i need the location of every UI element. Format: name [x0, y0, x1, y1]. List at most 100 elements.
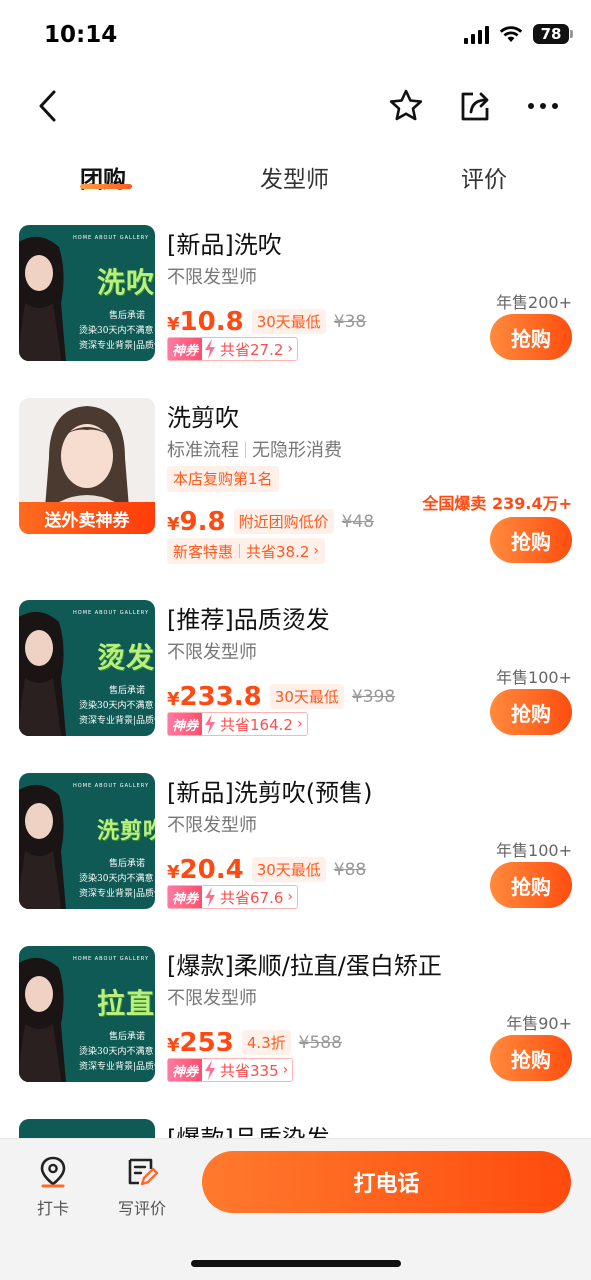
checkin-label: 打卡: [36, 1199, 69, 1218]
model-photo-icon: [19, 612, 66, 736]
newcomer-tag[interactable]: 新客特惠 共省38.2 ›: [167, 538, 326, 564]
status-bar: 10:14 78: [0, 0, 591, 72]
buy-button[interactable]: 抢购: [490, 517, 572, 563]
sales-count: 全国爆卖 239.4万+: [422, 494, 572, 513]
price-label: 30天最低: [251, 857, 326, 882]
price-row: ¥ 253 4.3折 ¥588: [167, 1028, 342, 1058]
coupon-tag[interactable]: 神券 共省27.2 ›: [167, 337, 299, 361]
thumb-copy: 售后承诺 烫染30天内不满意 资深专业背景|品质保: [79, 1032, 155, 1072]
status-time: 10:14: [44, 22, 118, 48]
write-review-label: 写评价: [117, 1199, 166, 1218]
deal-thumbnail: HOME ABOUT GALLERY 拉直 售后承诺 烫染30天内不满意 资深专…: [19, 946, 155, 1082]
chevron-right-icon: ›: [287, 341, 294, 357]
coupon-savings: 共省27.2: [220, 340, 284, 359]
bolt-icon: [205, 714, 216, 734]
coupon-tag[interactable]: 神券 共省335 ›: [167, 1058, 294, 1082]
model-photo-icon: [19, 237, 66, 361]
thumb-nav-text: HOME ABOUT GALLERY: [73, 235, 149, 241]
coupon-savings: 共省164.2: [220, 715, 293, 734]
more-icon[interactable]: [523, 86, 563, 126]
price-row: ¥ 20.4 30天最低 ¥88: [167, 855, 366, 885]
write-review-button[interactable]: 写评价: [107, 1155, 177, 1219]
call-button[interactable]: 打电话: [202, 1151, 571, 1213]
deal-title: [新品]洗吹: [167, 231, 282, 259]
thumb-copy: 售后承诺 烫染30天内不满意 资深专业背景|品质保: [79, 686, 155, 726]
share-icon[interactable]: [455, 86, 495, 126]
sales-count: 年售100+: [496, 841, 572, 860]
price-row: ¥ 233.8 30天最低 ¥398: [167, 682, 395, 712]
sales-count: 年售90+: [506, 1014, 572, 1033]
deal-item[interactable]: HOME ABOUT GALLERY 烫发 售后承诺 烫染30天内不满意 资深专…: [0, 600, 591, 760]
chevron-right-icon: ›: [313, 543, 320, 559]
coupon-badge: 神券: [168, 886, 203, 908]
deal-price: 253: [179, 1028, 234, 1058]
back-icon[interactable]: [30, 86, 70, 126]
bolt-icon: [205, 887, 216, 907]
newcomer-savings: 共省38.2: [246, 542, 310, 561]
tab-bar: 团购 发型师 评价: [0, 150, 591, 200]
tab-reviews[interactable]: 评价: [461, 160, 507, 194]
price-row: ¥ 10.8 30天最低 ¥38: [167, 307, 366, 337]
thumb-nav-text: HOME ABOUT GALLERY: [73, 610, 149, 616]
thumb-nav-text: HOME ABOUT GALLERY: [73, 783, 149, 789]
thumb-headline: 洗剪吹: [97, 818, 155, 844]
original-price: ¥588: [298, 1033, 342, 1053]
buy-button[interactable]: 抢购: [490, 689, 572, 735]
battery-indicator: 78: [533, 24, 573, 44]
buy-button[interactable]: 抢购: [490, 862, 572, 908]
coupon-tag[interactable]: 神券 共省67.6 ›: [167, 885, 299, 909]
currency-symbol: ¥: [167, 689, 180, 710]
cellular-signal-icon: [464, 24, 489, 44]
price-label: 附近团购低价: [233, 509, 334, 534]
deal-item[interactable]: 送外卖神券 洗剪吹 标准流程 无隐形消费 本店复购第1名 ¥ 9.8 附近团购低价…: [0, 398, 591, 564]
thumb-nav-text: HOME ABOUT GALLERY: [73, 956, 149, 962]
bottom-action-bar: 打卡 写评价 打电话: [0, 1138, 591, 1280]
currency-symbol: ¥: [167, 862, 180, 883]
coupon-badge: 神券: [168, 338, 203, 360]
active-tab-indicator: [80, 184, 132, 189]
price-label: 30天最低: [251, 309, 326, 334]
deal-title: 洗剪吹: [167, 404, 239, 432]
deal-subtitle: 不限发型师: [167, 815, 257, 836]
star-icon[interactable]: [386, 86, 426, 126]
deal-item[interactable]: HOME ABOUT GALLERY 洗吹 售后承诺 烫染30天内不满意 资深专…: [0, 225, 591, 385]
deal-thumbnail: HOME ABOUT GALLERY 洗剪吹 售后承诺 烫染30天内不满意 资深…: [19, 773, 155, 909]
deal-price: 10.8: [179, 307, 244, 337]
original-price: ¥38: [333, 312, 367, 332]
thumb-copy: 售后承诺 烫染30天内不满意 资深专业背景|品质保: [79, 859, 155, 899]
deal-item[interactable]: [爆款]品质染发: [0, 1119, 591, 1138]
deal-subtitle: 不限发型师: [167, 988, 257, 1009]
deal-title: [爆款]品质染发: [167, 1119, 330, 1138]
deal-price: 9.8: [179, 507, 226, 537]
wifi-icon: [499, 26, 523, 42]
deal-price: 20.4: [179, 855, 244, 885]
buy-button[interactable]: 抢购: [490, 1035, 572, 1081]
deal-thumbnail: [19, 1119, 155, 1138]
bolt-icon: [205, 1060, 216, 1080]
coupon-badge: 神券: [168, 1059, 203, 1081]
deal-title: [推荐]品质烫发: [167, 606, 330, 634]
newcomer-label: 新客特惠: [173, 542, 234, 561]
bolt-icon: [205, 339, 216, 359]
nav-bar: [0, 72, 591, 140]
original-price: ¥88: [333, 860, 367, 880]
coupon-tag[interactable]: 神券 共省164.2 ›: [167, 712, 308, 736]
thumb-headline: 烫发: [97, 641, 155, 674]
buy-button[interactable]: 抢购: [490, 314, 572, 360]
checkin-button[interactable]: 打卡: [18, 1155, 88, 1219]
deal-subtitle: 标准流程 无隐形消费: [167, 440, 342, 461]
sales-count: 年售200+: [496, 293, 572, 312]
coupon-savings: 共省335: [220, 1061, 279, 1080]
currency-symbol: ¥: [167, 514, 180, 535]
chevron-right-icon: ›: [296, 716, 303, 732]
price-label: 4.3折: [241, 1030, 291, 1055]
deal-item[interactable]: HOME ABOUT GALLERY 拉直 售后承诺 烫染30天内不满意 资深专…: [0, 946, 591, 1106]
tab-stylists[interactable]: 发型师: [260, 160, 329, 194]
coupon-badge: 神券: [168, 713, 203, 735]
thumb-headline: 洗吹: [97, 266, 155, 299]
chevron-right-icon: ›: [287, 889, 294, 905]
original-price: ¥398: [351, 687, 396, 707]
location-pin-icon: [40, 1156, 66, 1188]
deal-item[interactable]: HOME ABOUT GALLERY 洗剪吹 售后承诺 烫染30天内不满意 资深…: [0, 773, 591, 933]
currency-symbol: ¥: [167, 314, 180, 335]
